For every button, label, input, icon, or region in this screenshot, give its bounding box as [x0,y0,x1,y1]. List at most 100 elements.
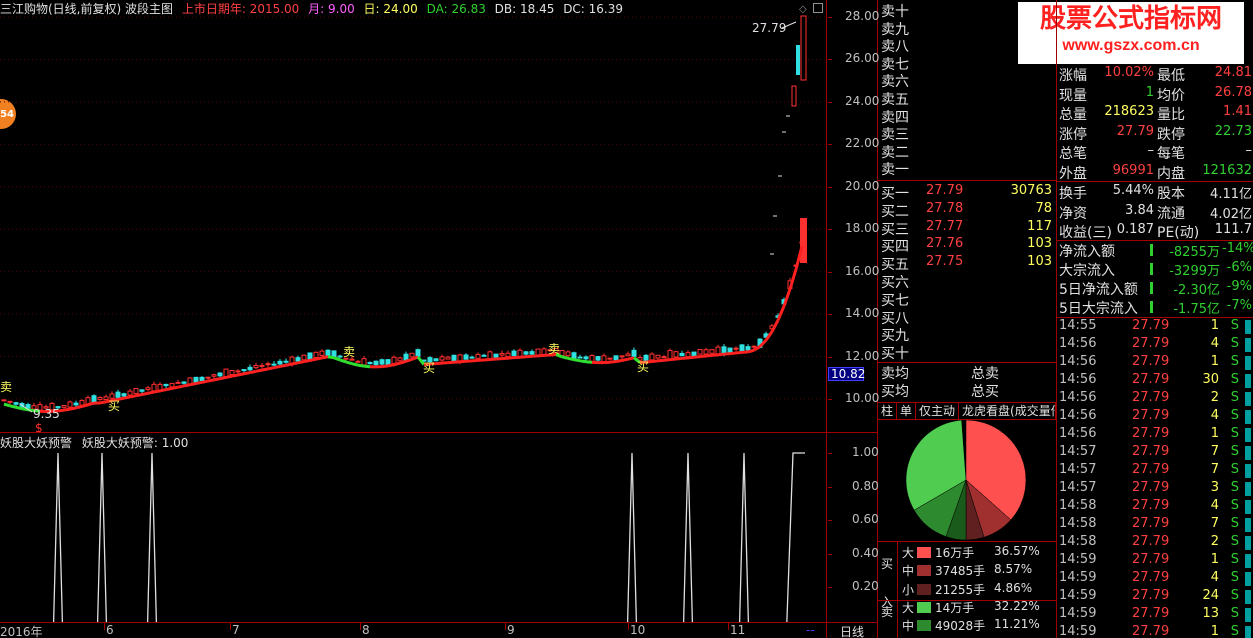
order-flow-pie [905,420,1027,540]
trend-line-segment [165,386,173,392]
trend-line-segment [159,388,167,393]
price-axis-tick [828,399,832,400]
analysis-tab[interactable]: 柱 [878,403,898,419]
candle-body [235,370,241,373]
tick-row: 14:59 27.79 1 S [1056,624,1253,638]
tick-side: S [1230,606,1239,621]
quote-value: 24.81 [1214,65,1252,80]
tick-side: S [1230,624,1239,638]
candle-body [25,404,31,409]
tick-side: S [1230,372,1239,387]
fund-flow-bar [1150,282,1153,294]
trend-line-segment [579,359,587,364]
order-size-volume: 37485手 [935,564,986,579]
tick-time: 14:57 [1059,462,1097,477]
indicator-axis-tick [828,486,832,488]
candle-body [409,352,415,358]
analysis-tab[interactable]: 单 [897,403,917,419]
trend-line-segment [729,351,737,356]
order-size-volume: 49028手 [935,619,986,634]
period-label[interactable]: 日线 [840,623,864,638]
candle-body [703,349,709,355]
price-chart[interactable]: 卖买卖买卖买27.799.35$ [0,0,826,432]
indicator-chart[interactable] [0,433,826,622]
tick-side: S [1230,444,1239,459]
tick-volume: 13 [1202,606,1219,621]
date-axis-tick [360,622,361,630]
total-buy-label: 总买 [971,384,999,400]
analysis-tab[interactable]: 龙虎看盘(成交量倍 [959,403,1056,419]
trend-line-segment [567,356,575,362]
trend-line-segment [651,359,659,363]
indicator-axis-tick [828,520,832,521]
alert-spike [146,452,158,622]
tick-price: 27.79 [1132,624,1170,638]
indicator-axis-label: 0.20 [852,579,879,593]
candle-body [61,405,67,408]
order-size-label: 大 [902,600,915,615]
candle-body [7,400,13,403]
candle-body [247,366,253,371]
trend-line-segment [621,357,629,362]
tick-time: 14:55 [1059,318,1097,333]
trend-line-segment [681,356,689,360]
quote-label: 每笔 [1157,146,1185,162]
candle-body [379,359,385,365]
fund-flow-percent: -9% [1226,279,1252,294]
trend-line-segment [693,355,701,359]
tick-time: 14:57 [1059,480,1097,495]
tick-time: 14:57 [1059,444,1097,459]
tick-price: 27.79 [1132,462,1170,477]
candle-body [649,353,655,361]
tick-volume: 30 [1202,372,1219,387]
candle-body [97,396,103,400]
candle-body [283,360,289,363]
tick-side: S [1230,480,1239,495]
price-axis-label: 12.00 [845,348,880,363]
candle-body [697,349,703,355]
trend-line-segment [309,357,317,362]
tick-side: S [1230,516,1239,531]
watermark-logo: 股票公式指标网 www.gszx.com.cn [1018,2,1244,64]
buy-level-price: 27.75 [926,254,964,270]
candle-body [133,388,139,394]
order-size-swatch [917,583,931,595]
tick-side: S [1230,318,1239,333]
candle-body [481,354,487,357]
candle-body [439,356,445,361]
price-axis-label: 26.00 [845,51,880,66]
tick-time: 14:56 [1059,408,1097,423]
alert-spike [52,452,64,622]
trend-line-segment [81,403,89,408]
candle-body [121,393,127,397]
quote-value: 3.84 [1125,202,1154,218]
trend-line-segment [747,348,755,354]
indicator-axis-tick [828,587,832,588]
indicator-axis-label: 0.40 [852,545,879,560]
trend-line-segment [171,385,179,390]
quote-value: 22.73 [1214,123,1252,139]
candle-body [505,352,511,358]
quote-value: 5.44% [1112,183,1154,198]
candle-body [601,355,607,363]
trend-line-segment [782,288,792,307]
trend-line-segment [177,384,185,389]
trend-line-segment [687,355,695,360]
order-size-swatch [917,547,931,558]
buy-level-volume: 117 [1027,218,1052,234]
avg-buy-label: 买均 [881,384,909,400]
tick-row: 14:56 27.79 4 S [1056,408,1253,426]
analysis-tab[interactable]: 仅主动 [916,403,960,419]
quote-value: 27.79 [1116,123,1154,139]
candle-body [800,218,807,263]
sell-level-label: 卖一 [881,162,909,179]
trend-line-segment [723,352,731,356]
price-axis-label: 10.00 [845,391,880,405]
price-axis-label: 28.00 [845,9,880,23]
candle-body [115,391,121,398]
candle-body [791,85,797,107]
order-size-volume: 21255手 [935,582,986,597]
trend-line-segment [219,375,227,381]
quote-label: 涨停 [1059,126,1087,143]
quote-label: 总笔 [1059,146,1087,162]
